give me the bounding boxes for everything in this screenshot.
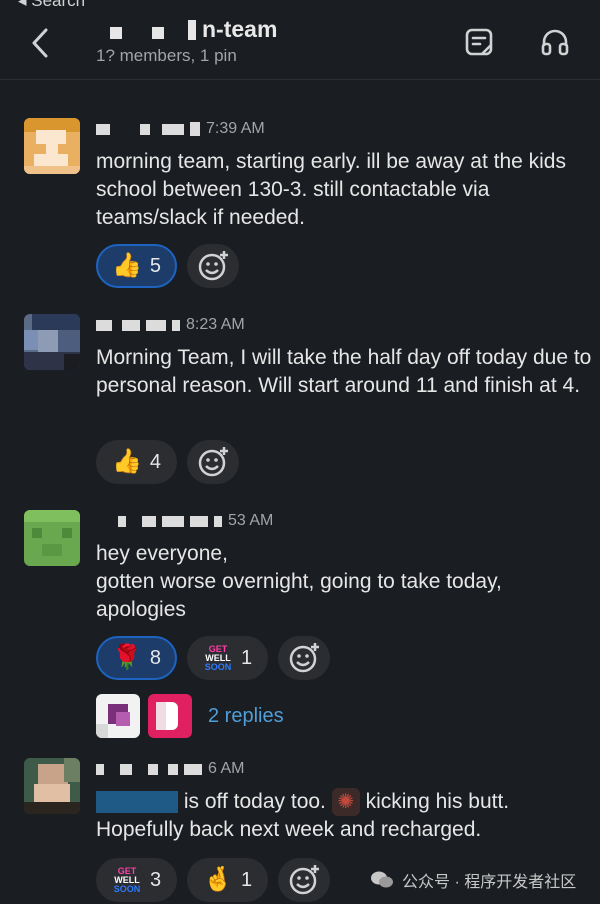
huddle-button[interactable] <box>540 26 570 58</box>
redacted-name <box>96 319 112 331</box>
watermark: 公众号 · 程序开发者社区 <box>370 868 576 892</box>
reaction-bar: 👍 4 <box>96 440 240 484</box>
reaction-thumbs-up[interactable]: 👍 5 <box>96 244 178 288</box>
redacted-name <box>162 515 184 527</box>
reaction-count: 1 <box>241 646 253 669</box>
reaction-get-well-soon[interactable]: GET WELL SOON 1 <box>187 636 269 680</box>
add-reaction-button[interactable] <box>278 636 331 680</box>
message-meta: 7:39 AM <box>96 120 265 138</box>
message-timestamp[interactable]: 8:23 AM <box>186 316 245 334</box>
user-avatar-image <box>24 510 80 566</box>
redacted-name <box>118 515 126 527</box>
reaction-count: 1 <box>241 868 253 891</box>
reaction-count: 8 <box>149 646 162 669</box>
reaction-count: 4 <box>149 450 162 473</box>
user-avatar-image <box>24 758 80 814</box>
virus-icon: ✺ <box>331 788 360 817</box>
redacted-name <box>184 763 202 775</box>
reaction-count: 3 <box>150 868 162 891</box>
user-avatar-image <box>24 118 80 174</box>
add-reaction-icon <box>289 865 320 895</box>
add-reaction-icon <box>198 251 229 281</box>
reaction-bar: 🌹 8 GET WELL SOON 1 <box>96 636 331 680</box>
crossed-fingers-icon: 🤞 <box>203 866 234 893</box>
avatar[interactable] <box>24 314 80 370</box>
canvas-button[interactable] <box>464 26 494 58</box>
reaction-bar: GET WELL SOON 3 🤞 1 <box>96 858 331 902</box>
avatar[interactable] <box>24 118 80 174</box>
user-avatar-image <box>96 694 140 738</box>
message-meta: 53 AM <box>96 512 273 530</box>
redacted-name <box>188 19 196 40</box>
message-line: Hopefully back next week and recharged. <box>96 818 482 842</box>
back-button[interactable] <box>26 26 56 60</box>
redacted-name <box>120 763 132 775</box>
wechat-icon <box>371 871 393 888</box>
channel-header: n-team 1? members, 1 pin <box>0 0 600 80</box>
redacted-name <box>122 319 140 331</box>
add-reaction-icon <box>289 643 320 673</box>
redacted-name <box>152 26 164 39</box>
channel-title[interactable]: n-team <box>96 16 277 43</box>
redacted-name <box>214 515 222 527</box>
message-line: is off today too. ✺ kicking his butt. <box>96 788 592 817</box>
message-line: hey everyone, <box>96 542 228 565</box>
reaction-get-well-soon[interactable]: GET WELL SOON 3 <box>96 858 178 902</box>
redacted-name <box>96 123 110 135</box>
message-text: is off today too. ✺ kicking his butt. Ho… <box>96 788 592 844</box>
reaction-crossed-fingers[interactable]: 🤞 1 <box>187 858 269 902</box>
reaction-count: 5 <box>149 254 162 277</box>
message-text: hey everyone, gotten worse overnight, go… <box>96 540 592 624</box>
redacted-name <box>110 26 122 39</box>
thread-replies[interactable]: 2 replies <box>96 694 284 738</box>
redacted-name <box>96 763 104 775</box>
redacted-name <box>190 515 208 527</box>
message-timestamp[interactable]: 7:39 AM <box>206 120 265 138</box>
add-reaction-button[interactable] <box>187 244 240 288</box>
message-text: morning team, starting early. ill be awa… <box>96 150 566 229</box>
avatar[interactable] <box>24 510 80 566</box>
redacted-name <box>190 122 200 136</box>
watermark-text: 公众号 · 程序开发者社区 <box>402 874 577 891</box>
reaction-thumbs-up[interactable]: 👍 4 <box>96 440 178 484</box>
channel-name: n-team <box>202 16 278 42</box>
channel-title-block[interactable]: n-team 1? members, 1 pin <box>96 16 277 66</box>
canvas-icon <box>465 28 493 56</box>
redacted-name <box>168 763 178 775</box>
redacted-name <box>162 123 184 135</box>
reply-avatar <box>148 694 192 738</box>
redacted-name <box>146 319 166 331</box>
message-text: Morning Team, I will take the half day o… <box>96 346 592 397</box>
add-reaction-button[interactable] <box>278 858 331 902</box>
message-meta: 6 AM <box>96 760 244 778</box>
redacted-mention[interactable] <box>96 791 178 814</box>
chevron-left-icon <box>32 28 48 58</box>
message-timestamp[interactable]: 6 AM <box>208 760 244 778</box>
reaction-bar: 👍 5 <box>96 244 240 288</box>
user-avatar-image <box>24 314 80 370</box>
redacted-name <box>142 515 156 527</box>
message-line: gotten worse overnight, going to take to… <box>96 570 502 621</box>
avatar[interactable] <box>24 758 80 814</box>
message-meta: 8:23 AM <box>96 316 245 334</box>
thumbs-up-icon: 👍 <box>112 448 142 475</box>
add-reaction-icon <box>198 447 229 477</box>
redacted-name <box>172 319 180 331</box>
headphones-icon <box>541 29 569 56</box>
get-well-soon-icon: GET WELL SOON <box>113 865 141 894</box>
channel-subtitle[interactable]: 1? members, 1 pin <box>96 46 277 66</box>
add-reaction-button[interactable] <box>187 440 240 484</box>
redacted-name <box>140 123 150 135</box>
rose-icon: 🌹 <box>112 644 142 671</box>
user-avatar-image <box>148 694 192 738</box>
reaction-rose[interactable]: 🌹 8 <box>96 636 178 680</box>
reply-avatar <box>96 694 140 738</box>
message-timestamp[interactable]: 53 AM <box>228 512 273 530</box>
replies-link[interactable]: 2 replies <box>208 705 284 728</box>
redacted-name <box>148 763 158 775</box>
thumbs-up-icon: 👍 <box>112 252 142 279</box>
get-well-soon-icon: GET WELL SOON <box>204 643 232 672</box>
